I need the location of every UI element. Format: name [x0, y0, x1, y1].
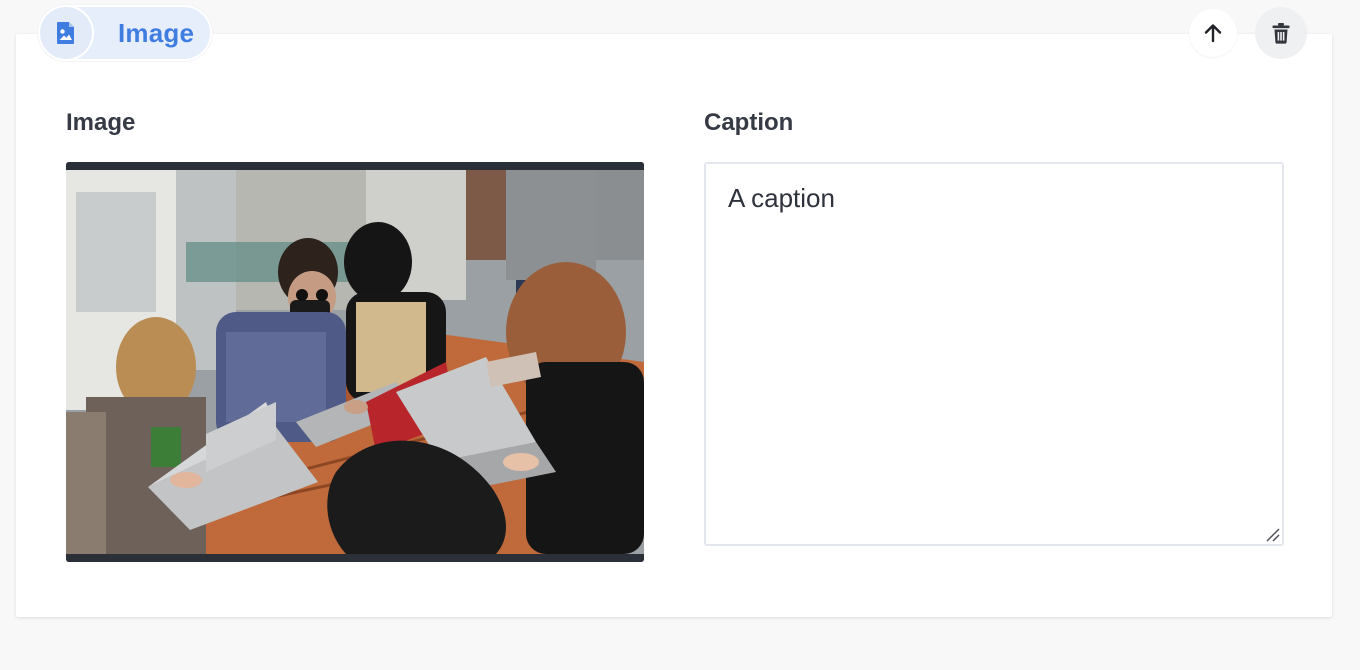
caption-value[interactable]: A caption	[728, 181, 835, 215]
block-type-label: Image	[118, 18, 195, 48]
image-field-label: Image	[66, 109, 136, 136]
image-preview[interactable]	[66, 162, 644, 562]
caption-textarea[interactable]: A caption	[704, 162, 1284, 546]
delete-button[interactable]	[1255, 7, 1307, 59]
arrow-up-icon	[1204, 24, 1222, 43]
image-file-icon	[40, 7, 92, 59]
move-up-button[interactable]	[1189, 9, 1237, 57]
caption-field-label: Caption	[704, 109, 794, 136]
resize-handle-icon[interactable]	[1264, 526, 1280, 542]
photo-people-laptops	[66, 162, 644, 562]
trash-icon	[1272, 23, 1290, 44]
